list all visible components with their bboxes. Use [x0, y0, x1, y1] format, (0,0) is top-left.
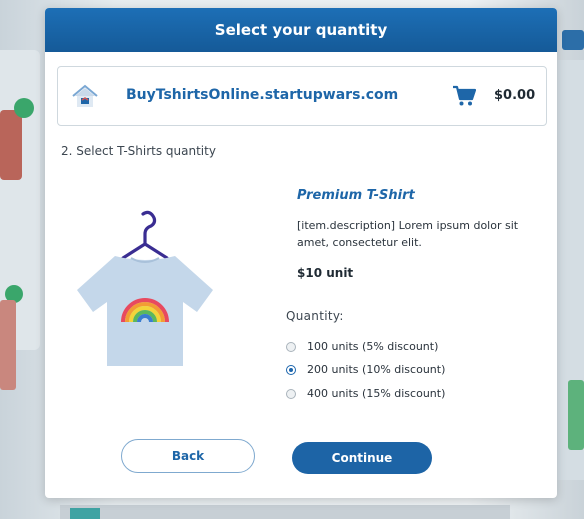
background-thumbnail-left — [0, 300, 16, 390]
background-block-bottom — [70, 508, 100, 519]
quantity-option-400[interactable]: 400 units (15% discount) — [286, 387, 445, 400]
quantity-dialog: Select your quantity BuyTshirtsOnline.st… — [45, 8, 557, 498]
shopping-cart-icon[interactable] — [452, 85, 476, 107]
background-block-right — [562, 30, 584, 50]
radio-button-selected[interactable] — [286, 364, 296, 375]
background-thumbnail-left — [0, 110, 22, 180]
quantity-option-label[interactable]: 100 units (5% discount) — [307, 340, 438, 353]
product-price: $10 unit — [297, 266, 354, 280]
background-bar-bottom — [60, 505, 510, 519]
store-logo-icon — [72, 84, 98, 107]
product-description: [item.description] Lorem ipsum dolor sit… — [297, 219, 519, 249]
dialog-title: Select your quantity — [214, 21, 388, 39]
back-button[interactable]: Back — [121, 439, 255, 473]
background-block-right — [568, 380, 584, 450]
radio-button[interactable] — [286, 341, 296, 352]
quantity-option-100[interactable]: 100 units (5% discount) — [286, 340, 438, 353]
step-title: 2. Select T-Shirts quantity — [61, 144, 216, 158]
quantity-label: Quantity: — [286, 309, 344, 323]
tshirt-rainbow-image — [77, 210, 213, 366]
quantity-option-label[interactable]: 200 units (10% discount) — [307, 363, 445, 376]
product-name: Premium T-Shirt — [297, 188, 415, 203]
store-name[interactable]: BuyTshirtsOnline.startupwars.com — [126, 87, 398, 103]
store-bar: BuyTshirtsOnline.startupwars.com $0.00 — [57, 66, 547, 126]
radio-button[interactable] — [286, 388, 296, 399]
background-badge-icon — [14, 98, 34, 118]
quantity-option-200[interactable]: 200 units (10% discount) — [286, 363, 445, 376]
continue-button[interactable]: Continue — [292, 442, 432, 474]
cart-total: $0.00 — [494, 88, 536, 103]
dialog-header: Select your quantity — [45, 8, 557, 52]
quantity-option-label[interactable]: 400 units (15% discount) — [307, 387, 445, 400]
